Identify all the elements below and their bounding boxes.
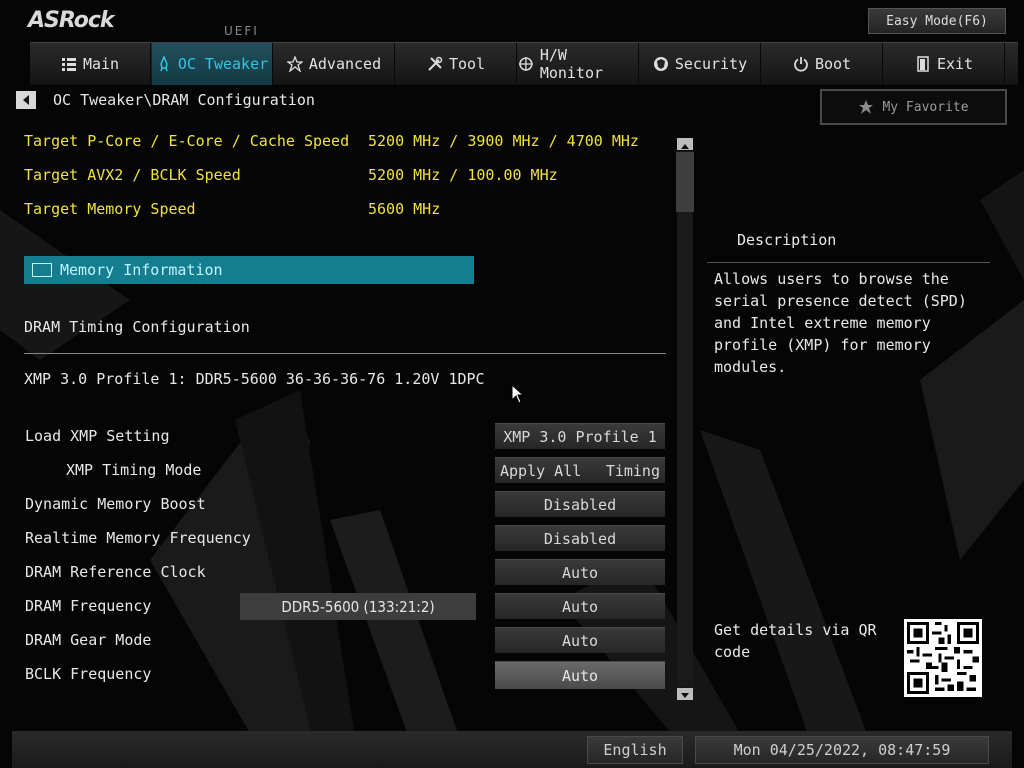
target-cpu-speed-value: 5200 MHz / 3900 MHz / 4700 MHz — [368, 132, 639, 150]
xmp-timing-mode-left: Apply All — [500, 461, 582, 480]
xmp-timing-mode-value[interactable]: Apply All Timing — [495, 457, 665, 483]
target-cpu-speed-label: Target P-Core / E-Core / Cache Speed — [24, 132, 350, 150]
arrow-up-icon — [681, 144, 689, 149]
load-xmp-setting-value[interactable]: XMP 3.0 Profile 1 — [495, 423, 665, 449]
back-arrow-icon — [23, 95, 29, 105]
dram-frequency-label: DRAM Frequency — [25, 597, 152, 615]
tab-security[interactable]: Security — [640, 43, 761, 85]
dram-frequency-value[interactable]: Auto — [495, 593, 665, 619]
mouse-cursor-icon — [511, 384, 525, 404]
memory-information-label: Memory Information — [60, 261, 223, 279]
dram-reference-clock-value[interactable]: Auto — [495, 559, 665, 585]
memory-information-item[interactable]: Memory Information — [24, 256, 474, 284]
target-memory-speed-value: 5600 MHz — [368, 200, 441, 218]
target-memory-speed-label: Target Memory Speed — [24, 200, 196, 218]
scrollbar-thumb[interactable] — [676, 152, 694, 212]
shield-icon — [653, 57, 668, 71]
star-icon — [286, 56, 303, 72]
tab-label: H/W Monitor — [539, 46, 604, 82]
xmp-timing-mode-label: XMP Timing Mode — [66, 461, 202, 479]
description-divider — [707, 262, 990, 263]
dram-reference-clock-label: DRAM Reference Clock — [25, 563, 206, 581]
dynamic-memory-boost-label: Dynamic Memory Boost — [25, 495, 206, 513]
tab-label: Tool — [448, 55, 486, 73]
arrow-down-icon — [681, 693, 689, 698]
dram-gear-mode-value[interactable]: Auto — [495, 627, 665, 653]
target-avx2-bclk-value: 5200 MHz / 100.00 MHz — [368, 166, 558, 184]
tab-exit[interactable]: Exit — [884, 43, 1005, 85]
tab-label: Security — [674, 55, 748, 73]
tab-label: Boot — [814, 55, 852, 73]
dram-timing-configuration-item[interactable]: DRAM Timing Configuration — [24, 318, 250, 336]
star-icon — [859, 100, 874, 114]
tab-oc-tweaker[interactable]: OC Tweaker — [152, 43, 273, 85]
scroll-up-button[interactable] — [677, 138, 693, 150]
tab-label: Main — [82, 55, 120, 73]
realtime-memory-frequency-value[interactable]: Disabled — [495, 525, 665, 551]
easy-mode-button[interactable]: Easy Mode(F6) — [868, 8, 1006, 34]
xmp-profile-info: XMP 3.0 Profile 1: DDR5-5600 36-36-36-76… — [24, 370, 485, 388]
asrock-logo: ASRock — [28, 8, 115, 33]
scroll-down-button[interactable] — [677, 688, 693, 700]
tab-boot[interactable]: Boot — [762, 43, 883, 85]
dram-frequency-current: DDR5-5600 (133:21:2) — [240, 593, 476, 620]
bclk-frequency-label: BCLK Frequency — [25, 665, 152, 683]
back-button[interactable] — [16, 91, 36, 109]
tools-icon — [428, 56, 443, 71]
language-button[interactable]: English — [587, 736, 683, 764]
dynamic-memory-boost-value[interactable]: Disabled — [495, 491, 665, 517]
dram-gear-mode-label: DRAM Gear Mode — [25, 631, 152, 649]
my-favorite-button[interactable]: My Favorite — [820, 89, 1007, 125]
description-text: Allows users to browse the serial presen… — [714, 270, 967, 376]
tab-main[interactable]: Main — [30, 43, 151, 85]
section-divider — [24, 353, 666, 354]
qr-details-text: Get details via QR code — [714, 621, 877, 661]
exit-icon — [917, 56, 929, 72]
memory-icon — [32, 263, 52, 277]
breadcrumb: OC Tweaker\DRAM Configuration — [53, 91, 315, 109]
qr-code-icon — [904, 619, 982, 697]
tab-label: Advanced — [308, 55, 382, 73]
xmp-timing-mode-right: Timing — [605, 461, 660, 480]
uefi-label: UEFI — [224, 24, 259, 38]
rocket-icon — [160, 56, 168, 72]
favorite-label: My Favorite — [882, 99, 969, 115]
tab-tool[interactable]: Tool — [396, 43, 517, 85]
list-icon — [61, 58, 76, 71]
description-title: Description — [737, 231, 837, 249]
bclk-frequency-value[interactable]: Auto — [495, 661, 665, 689]
main-tab-bar: Main OC Tweaker Advanced Tool H/W Monito… — [30, 42, 1018, 85]
tab-label: OC Tweaker — [177, 55, 269, 73]
scrollbar-track[interactable] — [677, 151, 693, 687]
target-avx2-bclk-label: Target AVX2 / BCLK Speed — [24, 166, 241, 184]
crosshair-icon — [518, 57, 533, 71]
tab-label: Exit — [936, 55, 974, 73]
realtime-memory-frequency-label: Realtime Memory Frequency — [25, 529, 251, 547]
power-icon — [794, 57, 808, 72]
tab-advanced[interactable]: Advanced — [274, 43, 395, 85]
load-xmp-setting-label: Load XMP Setting — [25, 427, 170, 445]
tab-hw-monitor[interactable]: H/W Monitor — [518, 43, 639, 85]
datetime-display: Mon 04/25/2022, 08:47:59 — [695, 736, 989, 764]
